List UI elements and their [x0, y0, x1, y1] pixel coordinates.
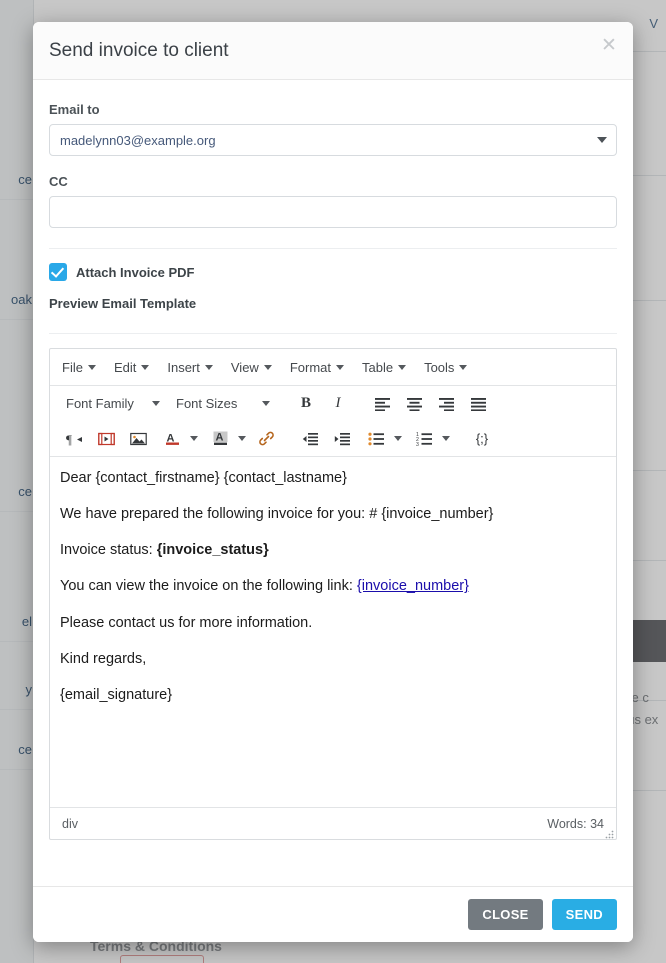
chevron-down-icon	[336, 365, 344, 370]
email-to-select[interactable]: madelynn03@example.org	[49, 124, 617, 156]
link-prefix-text: You can view the invoice on the followin…	[60, 578, 357, 594]
menu-table-label: Table	[362, 360, 393, 375]
cc-input[interactable]	[49, 196, 617, 228]
numbered-list-group[interactable]: 1 2 3	[408, 426, 452, 452]
editor-statusbar: div Words: 34	[50, 807, 616, 839]
chevron-down-icon	[88, 365, 96, 370]
email-to-value: madelynn03@example.org	[60, 133, 216, 148]
divider-above-checkbox	[49, 248, 617, 249]
bullet-list-icon[interactable]	[362, 426, 390, 452]
close-icon[interactable]: ✕	[597, 34, 621, 58]
modal-footer: CLOSE SEND	[33, 886, 633, 942]
font-sizes-label: Font Sizes	[176, 396, 258, 411]
outdent-icon[interactable]	[296, 426, 324, 452]
menu-insert[interactable]: Insert	[167, 360, 213, 375]
menu-file-label: File	[62, 360, 83, 375]
invoice-number-link[interactable]: {invoice_number}	[357, 578, 469, 594]
paragraph-signoff: Kind regards,	[60, 650, 606, 668]
numbered-list-icon[interactable]: 1 2 3	[410, 426, 438, 452]
email-to-field-wrap: madelynn03@example.org	[49, 124, 617, 156]
bullet-list-group[interactable]	[360, 426, 404, 452]
chevron-down-icon	[459, 365, 467, 370]
resize-handle-icon[interactable]	[604, 828, 614, 838]
menu-view[interactable]: View	[231, 360, 272, 375]
text-color-group[interactable]: A	[156, 426, 200, 452]
editor-toolbar-row-2: ¶	[50, 421, 616, 457]
element-path[interactable]: div	[62, 817, 78, 831]
divider-above-editor	[49, 333, 617, 334]
modal-header: Send invoice to client ✕	[33, 22, 633, 80]
attach-invoice-pdf-label: Attach Invoice PDF	[76, 265, 194, 280]
svg-text:¶: ¶	[66, 432, 72, 446]
indent-icon[interactable]	[328, 426, 356, 452]
modal-body: Email to madelynn03@example.org CC Attac…	[33, 80, 633, 886]
paragraph-intro: We have prepared the following invoice f…	[60, 505, 606, 523]
text-direction-rtl-icon[interactable]: ¶	[60, 426, 88, 452]
chevron-down-icon	[205, 365, 213, 370]
menu-edit-label: Edit	[114, 360, 136, 375]
align-center-icon[interactable]	[400, 391, 428, 417]
align-justify-icon[interactable]	[464, 391, 492, 417]
menu-view-label: View	[231, 360, 259, 375]
link-icon[interactable]	[252, 426, 280, 452]
close-button[interactable]: CLOSE	[468, 899, 542, 930]
chevron-down-icon	[141, 365, 149, 370]
chevron-down-icon	[394, 436, 402, 441]
email-body-editor: File Edit Insert View Format	[49, 348, 617, 840]
chevron-down-icon	[152, 401, 160, 406]
editor-toolbar-row-1: Font Family Font Sizes B I	[50, 386, 616, 421]
paragraph-greeting: Dear {contact_firstname} {contact_lastna…	[60, 469, 606, 487]
send-invoice-modal: Send invoice to client ✕ Email to madely…	[33, 22, 633, 942]
menu-format[interactable]: Format	[290, 360, 344, 375]
preview-email-template-link[interactable]: Preview Email Template	[49, 296, 196, 311]
menu-insert-label: Insert	[167, 360, 200, 375]
align-left-icon[interactable]	[368, 391, 396, 417]
email-to-label: Email to	[49, 102, 617, 117]
svg-text:A: A	[215, 432, 223, 444]
merge-field-icon[interactable]: {;}	[468, 426, 496, 452]
invoice-status-token: {invoice_status}	[157, 542, 269, 558]
attach-invoice-pdf-checkbox[interactable]	[49, 263, 67, 281]
status-prefix-text: Invoice status:	[60, 542, 157, 558]
chevron-down-icon	[398, 365, 406, 370]
cc-label: CC	[49, 174, 617, 189]
paragraph-signature: {email_signature}	[60, 686, 606, 704]
text-color-icon[interactable]: A	[158, 426, 186, 452]
bold-button[interactable]: B	[292, 391, 320, 417]
word-count: Words: 34	[547, 817, 604, 831]
media-icon[interactable]	[92, 426, 120, 452]
svg-text:3: 3	[416, 442, 419, 446]
background-color-group[interactable]: A	[204, 426, 248, 452]
attach-invoice-pdf-row[interactable]: Attach Invoice PDF	[49, 263, 617, 281]
menu-file[interactable]: File	[62, 360, 96, 375]
paragraph-status: Invoice status: {invoice_status}	[60, 541, 606, 559]
background-color-icon[interactable]: A	[206, 426, 234, 452]
menu-format-label: Format	[290, 360, 331, 375]
chevron-down-icon	[264, 365, 272, 370]
menu-tools[interactable]: Tools	[424, 360, 467, 375]
chevron-down-icon	[442, 436, 450, 441]
font-sizes-select[interactable]: Font Sizes	[170, 391, 276, 417]
modal-title: Send invoice to client	[49, 40, 229, 62]
editor-content-area[interactable]: Dear {contact_firstname} {contact_lastna…	[50, 457, 616, 807]
chevron-down-icon	[597, 137, 607, 143]
chevron-down-icon	[262, 401, 270, 406]
menu-edit[interactable]: Edit	[114, 360, 149, 375]
align-right-icon[interactable]	[432, 391, 460, 417]
font-family-label: Font Family	[66, 396, 148, 411]
image-icon[interactable]	[124, 426, 152, 452]
menu-tools-label: Tools	[424, 360, 454, 375]
send-button[interactable]: SEND	[552, 899, 617, 930]
paragraph-link: You can view the invoice on the followin…	[60, 577, 606, 595]
paragraph-contact: Please contact us for more information.	[60, 614, 606, 632]
chevron-down-icon	[190, 436, 198, 441]
italic-button[interactable]: I	[324, 391, 352, 417]
font-family-select[interactable]: Font Family	[60, 391, 166, 417]
chevron-down-icon	[238, 436, 246, 441]
menu-table[interactable]: Table	[362, 360, 406, 375]
editor-menubar: File Edit Insert View Format	[50, 349, 616, 386]
